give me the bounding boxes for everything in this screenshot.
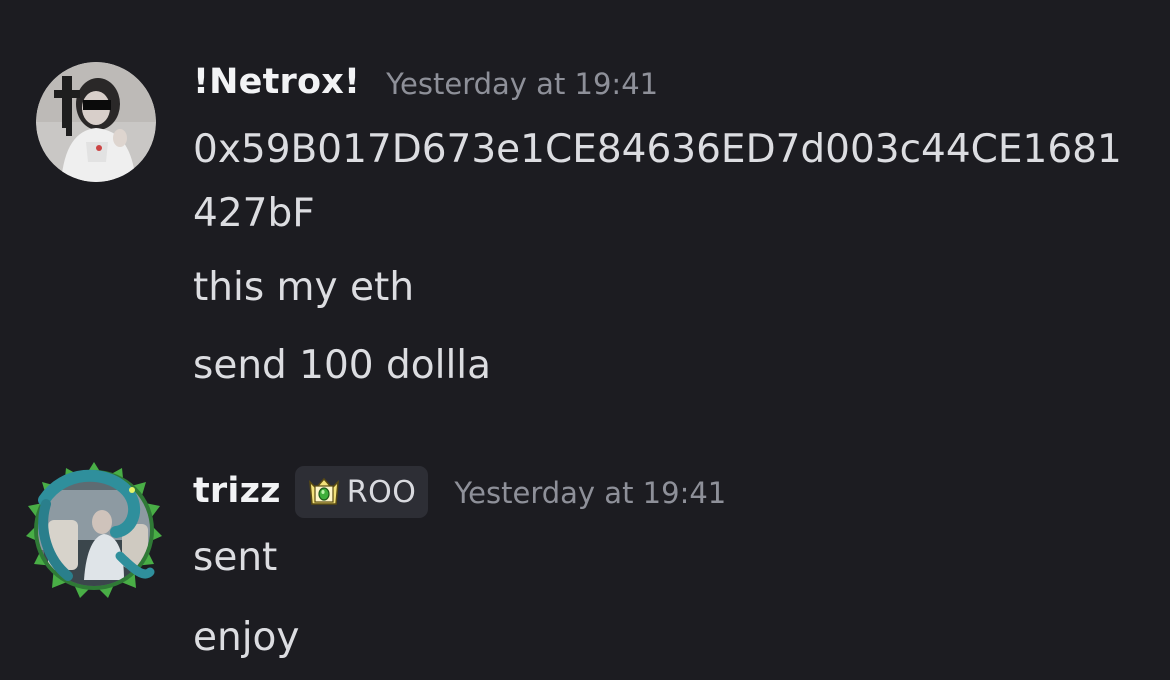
message-header: !Netrox! Yesterday at 19:41 bbox=[193, 62, 658, 102]
message-timestamp: Yesterday at 19:41 bbox=[454, 476, 727, 510]
message-text: 427bF bbox=[193, 191, 315, 236]
message-header: trizz ROO Yesterday at 19:41 bbox=[193, 465, 727, 518]
message-text: send 100 dollla bbox=[193, 343, 492, 388]
user-avatar[interactable] bbox=[36, 62, 156, 182]
message-timestamp: Yesterday at 19:41 bbox=[386, 67, 659, 101]
avatar-trizz-image bbox=[26, 462, 162, 598]
username[interactable]: !Netrox! bbox=[193, 62, 360, 102]
message-text: sent bbox=[193, 535, 278, 580]
avatar-netrox-image bbox=[36, 62, 156, 182]
role-tag[interactable]: ROO bbox=[294, 466, 429, 518]
message-text: this my eth bbox=[193, 265, 415, 310]
role-name: ROO bbox=[346, 474, 417, 510]
user-avatar[interactable] bbox=[24, 460, 164, 600]
chat-messages: !Netrox! Yesterday at 19:41 0x59B017D673… bbox=[0, 0, 1170, 680]
crown-gem-icon bbox=[308, 477, 339, 505]
message-text: enjoy bbox=[193, 615, 300, 660]
username[interactable]: trizz bbox=[193, 471, 281, 511]
message-text: 0x59B017D673e1CE84636ED7d003c44CE1681 bbox=[193, 127, 1122, 172]
